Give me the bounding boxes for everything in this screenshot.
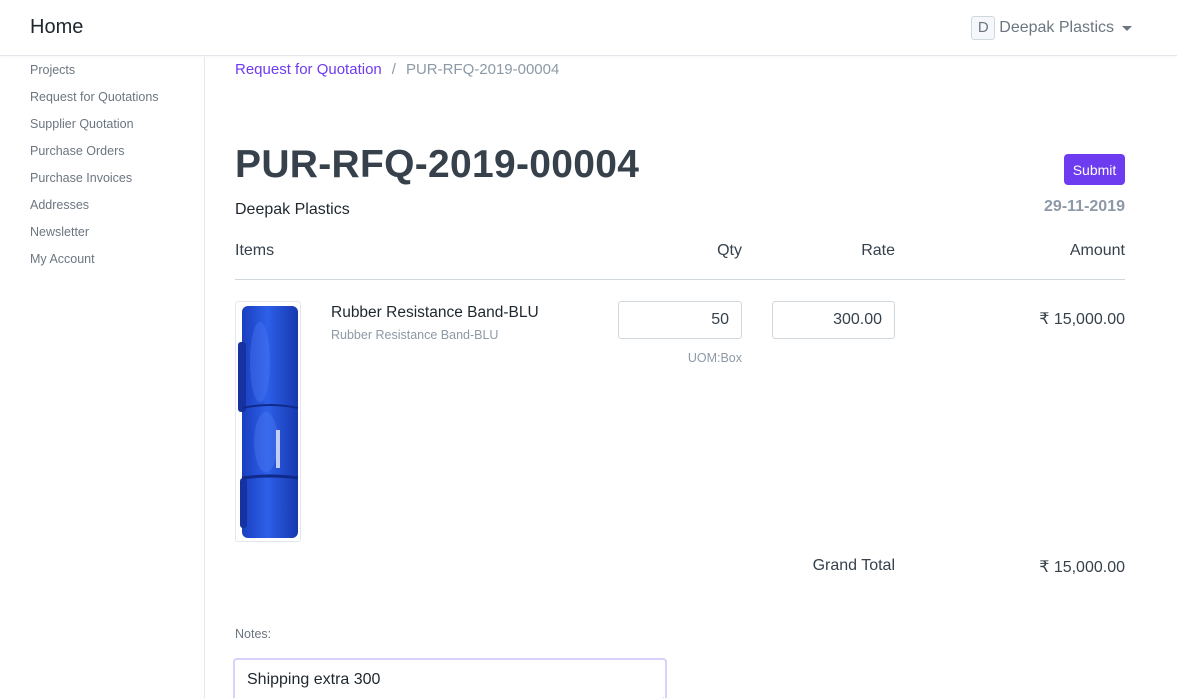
rate-input[interactable] bbox=[772, 301, 895, 339]
items-table-header: Items Qty Rate Amount bbox=[235, 242, 1125, 280]
column-header-qty: Qty bbox=[717, 242, 742, 259]
submit-button[interactable]: Submit bbox=[1064, 154, 1125, 185]
sidebar-item-newsletter[interactable]: Newsletter bbox=[0, 225, 204, 252]
breadcrumb: Request for Quotation / PUR-RFQ-2019-000… bbox=[235, 61, 559, 78]
item-amount: ₹ 15,000.00 bbox=[1039, 311, 1125, 328]
supplier-name: Deepak Plastics bbox=[235, 201, 350, 218]
breadcrumb-current: PUR-RFQ-2019-00004 bbox=[405, 61, 560, 78]
sidebar-item-request-for-quotations[interactable]: Request for Quotations bbox=[0, 90, 204, 117]
breadcrumb-link-rfq[interactable]: Request for Quotation bbox=[235, 61, 382, 78]
home-brand-link[interactable]: Home bbox=[30, 16, 83, 39]
resistance-band-image bbox=[235, 301, 301, 542]
grand-total-label: Grand Total bbox=[812, 557, 895, 574]
top-navbar: Home D Deepak Plastics bbox=[0, 0, 1177, 56]
document-date: 29-11-2019 bbox=[1044, 198, 1125, 215]
user-dropdown[interactable]: D Deepak Plastics bbox=[971, 16, 1132, 40]
main-content: Request for Quotation / PUR-RFQ-2019-000… bbox=[233, 57, 1125, 698]
sidebar-item-purchase-invoices[interactable]: Purchase Invoices bbox=[0, 171, 204, 198]
grand-total-value: ₹ 15,000.00 bbox=[1039, 559, 1125, 576]
table-row: Rubber Resistance Band-BLU Rubber Resist… bbox=[235, 301, 1125, 543]
item-name: Rubber Resistance Band-BLU bbox=[331, 304, 539, 321]
column-header-items: Items bbox=[235, 242, 275, 259]
user-name: Deepak Plastics bbox=[999, 19, 1114, 36]
uom-label: UOM:Box bbox=[687, 351, 742, 365]
sidebar-item-purchase-orders[interactable]: Purchase Orders bbox=[0, 144, 204, 171]
caret-down-icon bbox=[1122, 26, 1132, 31]
column-header-amount: Amount bbox=[1069, 242, 1125, 259]
sidebar: Projects Request for Quotations Supplier… bbox=[0, 57, 205, 698]
page-title: PUR-RFQ-2019-00004 bbox=[235, 143, 640, 186]
sidebar-item-supplier-quotation[interactable]: Supplier Quotation bbox=[0, 117, 204, 144]
breadcrumb-separator: / bbox=[391, 61, 396, 78]
avatar: D bbox=[971, 16, 996, 40]
sidebar-item-my-account[interactable]: My Account bbox=[0, 252, 204, 279]
notes-textarea[interactable]: Shipping extra 300 bbox=[233, 658, 667, 698]
column-header-rate: Rate bbox=[861, 242, 895, 259]
sidebar-item-projects[interactable]: Projects bbox=[0, 63, 204, 90]
item-description: Rubber Resistance Band-BLU bbox=[331, 328, 499, 342]
notes-label: Notes: bbox=[235, 627, 272, 641]
sidebar-item-addresses[interactable]: Addresses bbox=[0, 198, 204, 225]
qty-input[interactable] bbox=[618, 301, 742, 339]
